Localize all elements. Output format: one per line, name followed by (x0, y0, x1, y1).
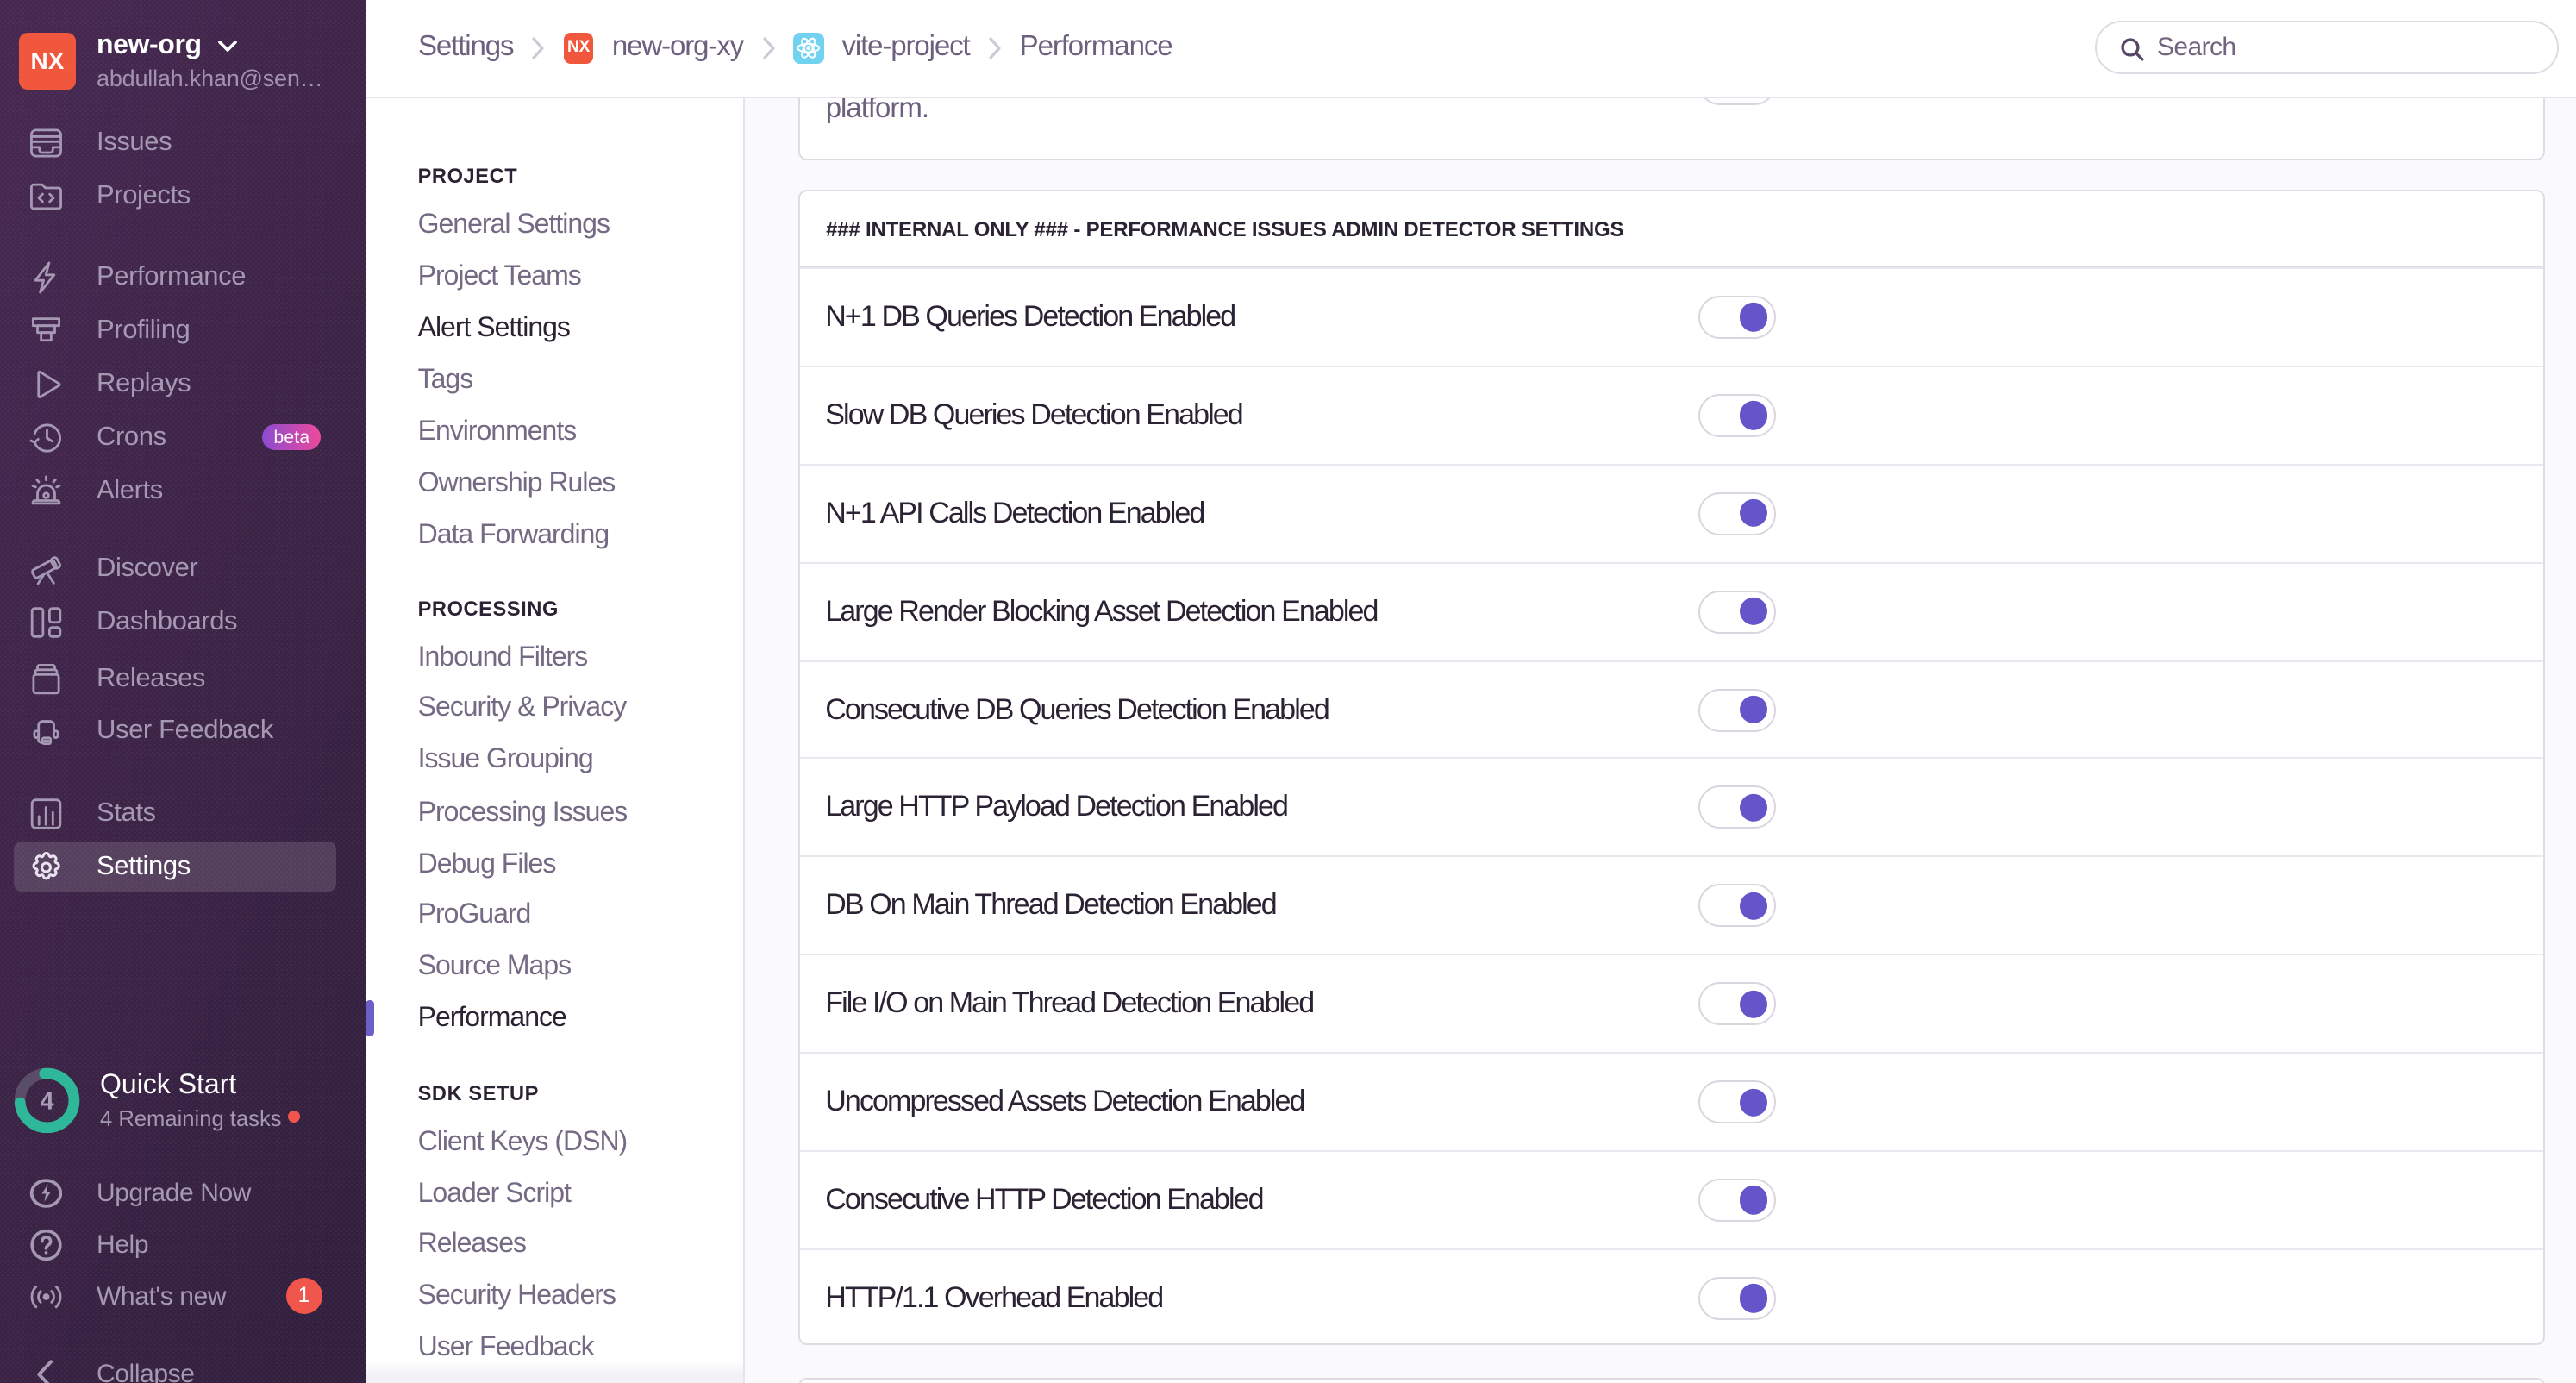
svg-text:4: 4 (41, 1087, 54, 1115)
